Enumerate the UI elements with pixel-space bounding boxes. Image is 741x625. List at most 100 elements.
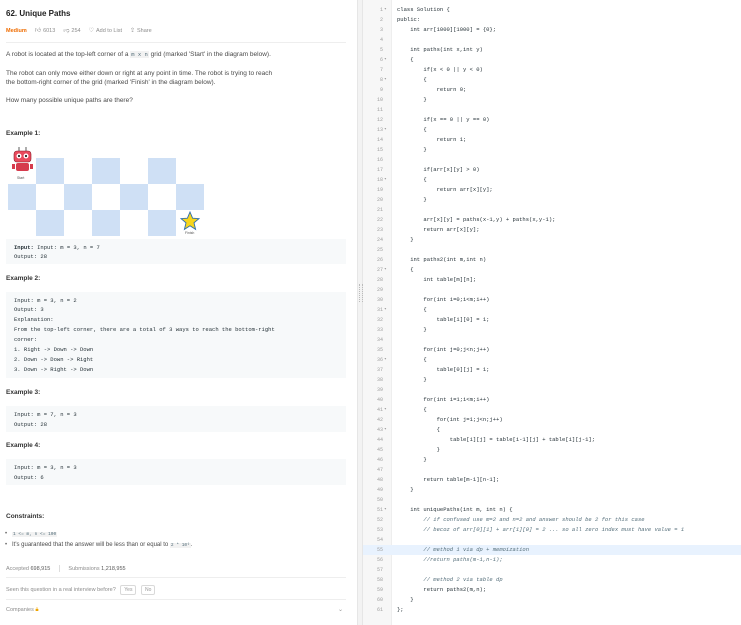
fold-toggle-icon[interactable]: ▾ [384,5,387,15]
code-line[interactable]: 58 // method 2 via table dp [363,575,741,585]
code-line[interactable]: 32 table[i][0] = 1; [363,315,741,325]
no-button[interactable]: No [141,585,156,595]
companies-toggle[interactable]: Companies 🔒︎ [6,607,39,613]
code-line[interactable]: 46 } [363,455,741,465]
code-line[interactable]: 4 [363,35,741,45]
code-line[interactable]: 50 [363,495,741,505]
code-line[interactable]: 22 arr[x][y] = paths(x-1,y) + paths(x,y-… [363,215,741,225]
fold-toggle-icon[interactable]: ▾ [384,355,387,365]
code-line[interactable]: 47 [363,465,741,475]
code-line[interactable]: 28 int table[m][n]; [363,275,741,285]
code-line[interactable]: 10 } [363,95,741,105]
line-number: 8 [379,77,383,83]
difficulty-badge: Medium [6,28,27,34]
code-editor[interactable]: 1 ▾ class Solution {2 public: 3 int arr[1000… [363,0,741,625]
code-line[interactable]: 8 ▾ { [363,75,741,85]
code-text: return arr[x][y]; [397,186,493,193]
code-text: if(x == 0 || y == 0) [397,116,490,123]
chevron-down-icon[interactable]: ⌄ [338,606,343,613]
code-line[interactable]: 60 } [363,595,741,605]
code-line[interactable]: 5 int paths(int x,int y) [363,45,741,55]
line-number: 21 [376,207,383,213]
code-line[interactable]: 31 ▾ { [363,305,741,315]
code-text: table[0][j] = 1; [397,366,490,373]
fold-toggle-icon[interactable]: ▾ [384,55,387,65]
code-line[interactable]: 14 return 1; [363,135,741,145]
code-line[interactable]: 37 table[0][j] = 1; [363,365,741,375]
code-line[interactable]: 48 return table[m-1][n-1]; [363,475,741,485]
code-text: { [397,426,440,433]
code-line[interactable]: 7 if(x < 0 || y < 0) [363,65,741,75]
code-line[interactable]: 33 } [363,325,741,335]
code-line[interactable]: 29 [363,285,741,295]
example-4-title: Example 4: [6,442,41,449]
code-line[interactable]: 40 for(int i=1;i<m;i++) [363,395,741,405]
code-line[interactable]: 34 [363,335,741,345]
line-number: 3 [379,27,383,33]
code-line[interactable]: 3 int arr[1000][1000] = {0}; [363,25,741,35]
code-line[interactable]: 1 ▾ class Solution { [363,5,741,15]
code-line[interactable]: 43 ▾ { [363,425,741,435]
code-line[interactable]: 23 return arr[x][y]; [363,225,741,235]
code-line[interactable]: 9 return 0; [363,85,741,95]
code-line[interactable]: 24 } [363,235,741,245]
fold-toggle-icon[interactable]: ▾ [384,125,387,135]
code-line[interactable]: 38 } [363,375,741,385]
code-line[interactable]: 27 ▾ { [363,265,741,275]
code-line[interactable]: 12 if(x == 0 || y == 0) [363,115,741,125]
thumbs-down-icon: 👎︎ [63,28,70,34]
code-line[interactable]: 36 ▾ { [363,355,741,365]
yes-button[interactable]: Yes [120,585,137,595]
dislike-button[interactable]: 👎︎ 254 [63,28,80,34]
code-text: // if confused use m=2 and n=2 and answe… [397,516,645,523]
code-line[interactable]: 44 table[i][j] = table[i-1][j] + table[i… [363,435,741,445]
code-line[interactable]: 2 public: [363,15,741,25]
fold-toggle-icon[interactable]: ▾ [384,305,387,315]
code-text: for(int i=1;i<m;i++) [397,396,490,403]
code-line[interactable]: 11 [363,105,741,115]
line-number: 23 [376,227,383,233]
code-line[interactable]: 42 for(int j=1;j<n;j++) [363,415,741,425]
fold-toggle-icon[interactable]: ▾ [384,505,387,515]
constraints-title: Constraints: [6,513,45,520]
code-text: { [397,266,414,273]
fold-toggle-icon[interactable]: ▾ [384,75,387,85]
code-line[interactable]: 20 } [363,195,741,205]
code-line[interactable]: 26 int paths2(int m,int n) [363,255,741,265]
problem-meta: Medium 👍︎ 6013 👎︎ 254 ♡ Add to List ⇪ Share [6,26,152,36]
code-line[interactable]: 59 return paths2(m,n); [363,585,741,595]
code-line[interactable]: 45 } [363,445,741,455]
code-line[interactable]: 21 [363,205,741,215]
code-line[interactable]: 52 // if confused use m=2 and n=2 and an… [363,515,741,525]
code-text: } [397,456,427,463]
code-text: class Solution { [397,6,450,13]
code-line[interactable]: 19 return arr[x][y]; [363,185,741,195]
add-to-list-button[interactable]: ♡ Add to List [89,28,122,34]
code-line[interactable]: 56 //return paths(m-1,n-1); [363,555,741,565]
line-number: 51 [376,507,383,513]
code-line[interactable]: 30 for(int i=0;i<m;i++) [363,295,741,305]
code-line[interactable]: 6 ▾ { [363,55,741,65]
code-line[interactable]: 55 // method 1 via dp + memoization [363,545,741,555]
fold-toggle-icon[interactable]: ▾ [384,175,387,185]
code-line[interactable]: 35 for(int j=0;j<n;j++) [363,345,741,355]
code-line[interactable]: 13 ▾ { [363,125,741,135]
code-line[interactable]: 53 // becoz of arr[0][1] + arr[1][0] = 2… [363,525,741,535]
code-line[interactable]: 15 } [363,145,741,155]
code-line[interactable]: 25 [363,245,741,255]
code-line[interactable]: 51 ▾ int uniquePaths(int m, int n) { [363,505,741,515]
fold-toggle-icon[interactable]: ▾ [384,405,387,415]
code-line[interactable]: 18 ▾ { [363,175,741,185]
code-line[interactable]: 54 [363,535,741,545]
fold-toggle-icon[interactable]: ▾ [384,265,387,275]
code-line[interactable]: 17 if(arr[x][y] > 0) [363,165,741,175]
code-line[interactable]: 41 ▾ { [363,405,741,415]
code-line[interactable]: 57 [363,565,741,575]
like-button[interactable]: 👍︎ 6013 [35,28,56,34]
code-line[interactable]: 16 [363,155,741,165]
code-line[interactable]: 49 } [363,485,741,495]
code-line[interactable]: 39 [363,385,741,395]
code-line[interactable]: 61}; [363,605,741,615]
fold-toggle-icon[interactable]: ▾ [384,425,387,435]
share-button[interactable]: ⇪ Share [130,28,152,34]
